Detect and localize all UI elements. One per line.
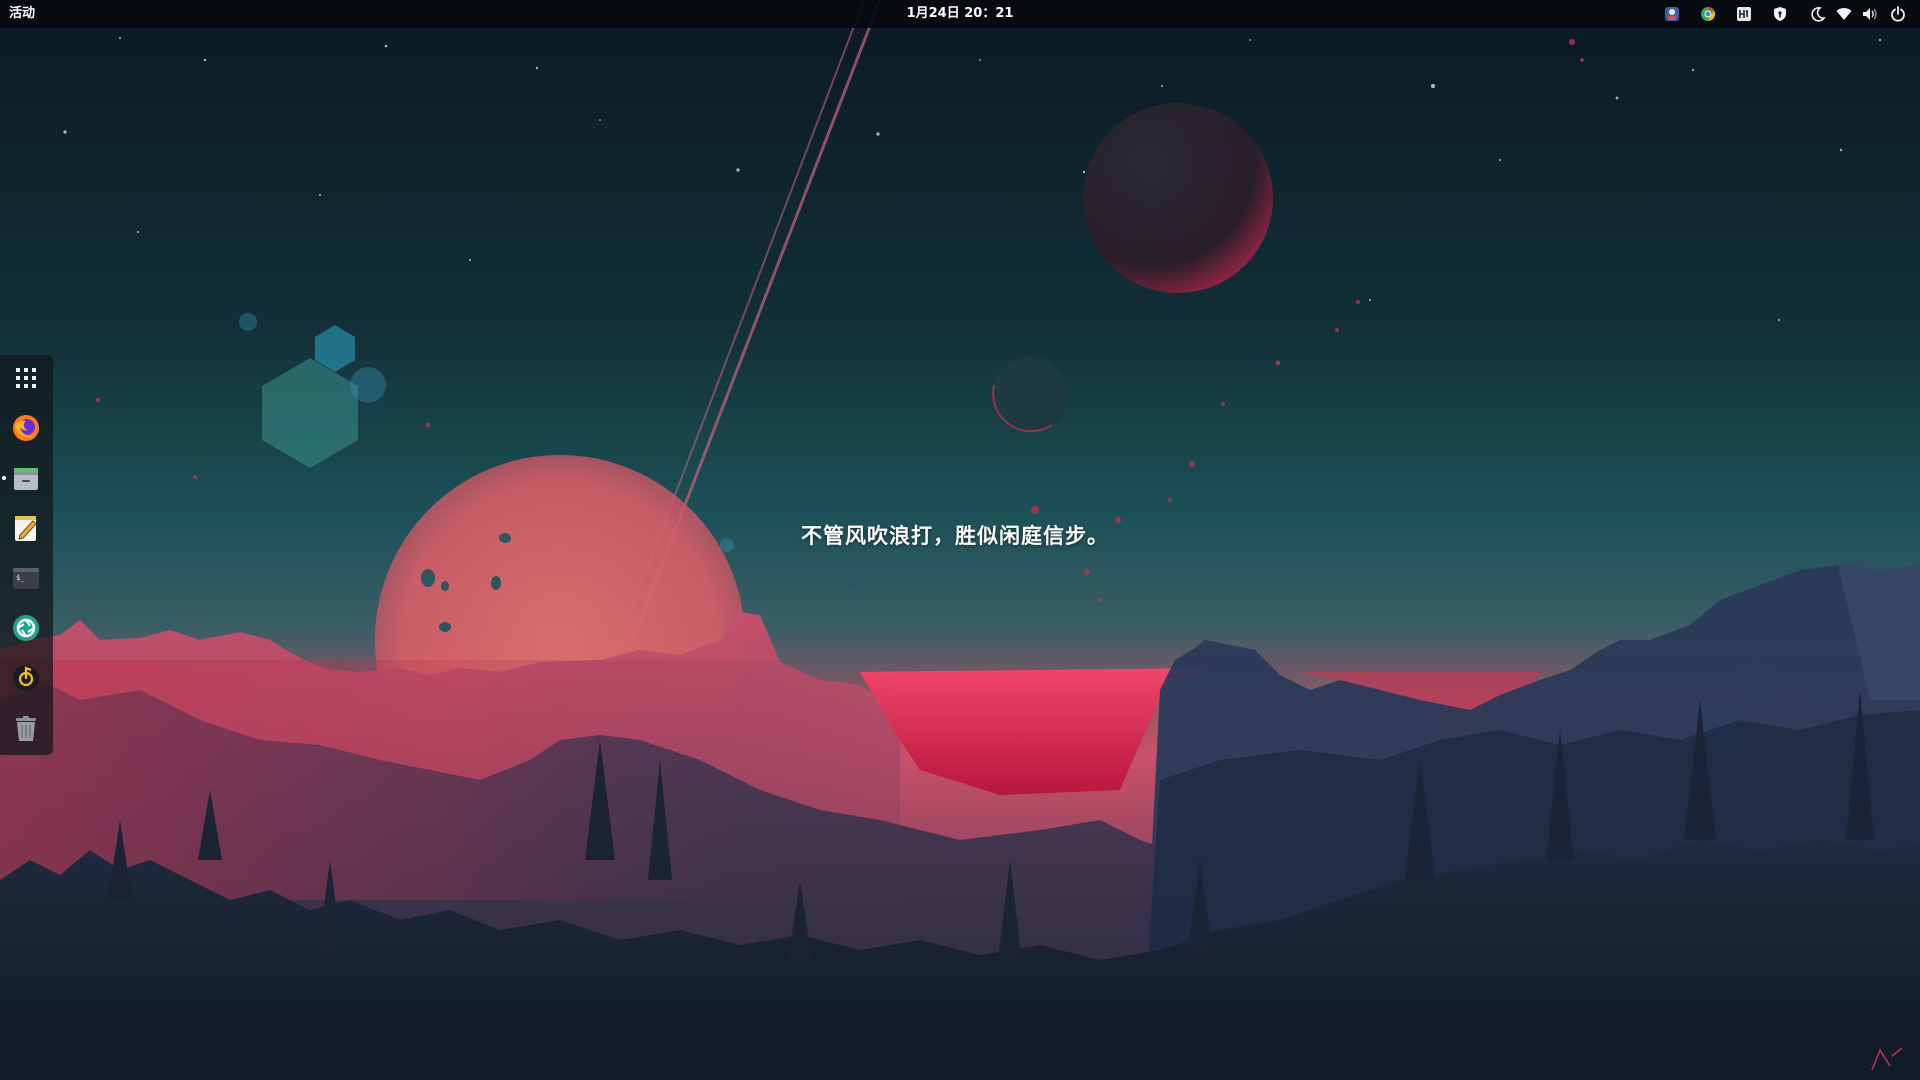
dock-music-player[interactable] — [6, 658, 46, 698]
terminal-icon: $_ — [13, 568, 39, 589]
avatar-app-icon — [1665, 7, 1679, 21]
tray-volume[interactable] — [1858, 0, 1882, 28]
chrome-browser-icon — [1701, 7, 1715, 21]
desktop[interactable]: 不管风吹浪打，胜似闲庭信步。 活动 1月24日 20：21 $_ — [0, 0, 1920, 1080]
dock-shutter[interactable] — [6, 608, 46, 648]
vpn-shield-icon — [1774, 7, 1786, 21]
clock-button[interactable]: 1月24日 20：21 — [860, 0, 1060, 28]
dock-firefox[interactable] — [6, 408, 46, 448]
volume-icon — [1863, 8, 1877, 20]
trash-icon — [16, 716, 36, 741]
system-tray — [1658, 0, 1910, 28]
svg-text:$_: $_ — [16, 574, 25, 582]
dock-terminal[interactable]: $_ — [6, 558, 46, 598]
night-light-icon — [1811, 7, 1826, 22]
dock-trash[interactable] — [6, 708, 46, 748]
tray-app-avatar[interactable] — [1658, 0, 1686, 28]
tray-input-method[interactable] — [1730, 0, 1758, 28]
tray-night-light[interactable] — [1806, 0, 1830, 28]
firefox-icon — [13, 415, 39, 441]
desktop-quote: 不管风吹浪打，胜似闲庭信步。 — [801, 524, 1109, 548]
music-note-icon — [13, 665, 39, 691]
tray-vpn[interactable] — [1766, 0, 1794, 28]
input-method-icon — [1737, 7, 1751, 21]
top-bar: 活动 1月24日 20：21 — [0, 0, 1920, 28]
tray-chrome[interactable] — [1694, 0, 1722, 28]
dock-file-manager[interactable] — [6, 458, 46, 498]
grid-icon — [16, 368, 36, 388]
wifi-icon — [1836, 8, 1852, 20]
file-cabinet-icon — [14, 468, 38, 490]
aperture-icon — [13, 615, 39, 641]
activities-button[interactable]: 活动 — [0, 0, 44, 28]
text-editor-icon — [15, 516, 37, 541]
tray-power[interactable] — [1886, 0, 1910, 28]
tray-wifi[interactable] — [1832, 0, 1856, 28]
power-icon — [1891, 6, 1905, 22]
dock: $_ — [0, 355, 53, 755]
dock-show-applications[interactable] — [6, 358, 46, 398]
dock-text-editor[interactable] — [6, 508, 46, 548]
